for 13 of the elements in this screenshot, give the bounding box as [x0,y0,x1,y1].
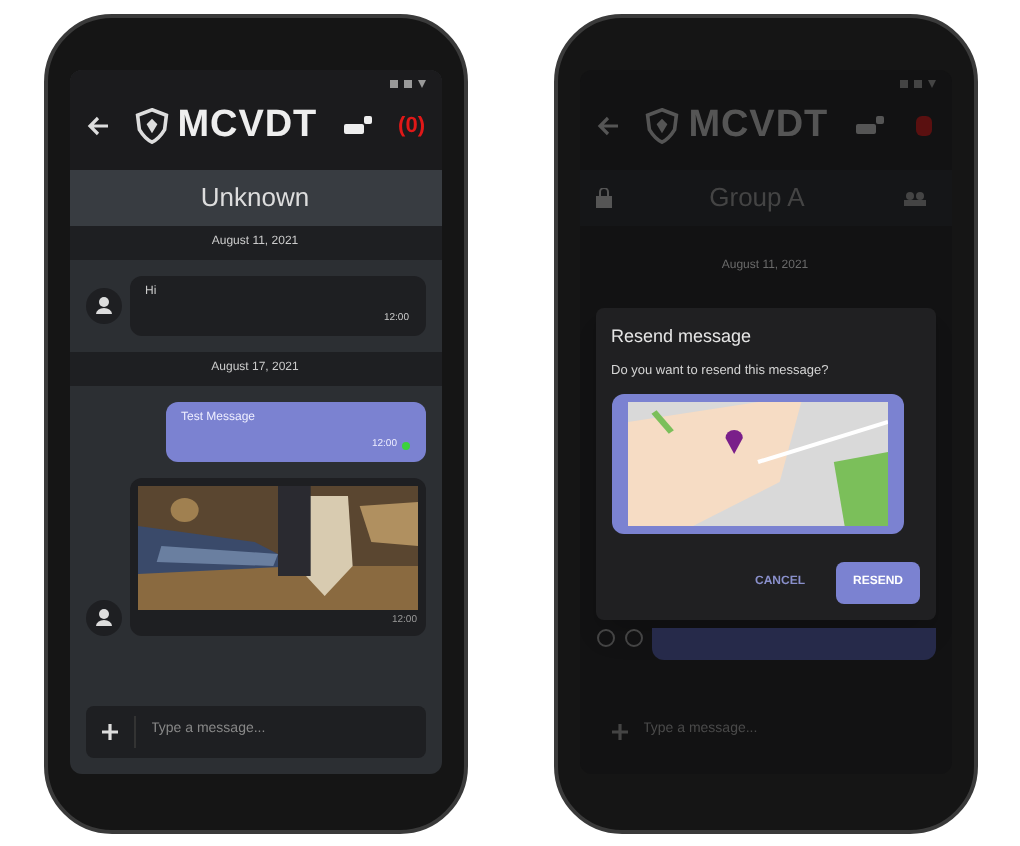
user-avatar-icon [85,287,121,323]
dialog-title: Resend message [611,323,754,350]
brand-name: MCVDT [177,101,318,149]
brand-name: MCVDT [688,101,829,149]
shield-logo-icon [133,107,170,144]
user-avatar-icon [85,600,121,636]
status-icons [389,77,425,89]
alert-indicator[interactable]: (0) [398,109,425,142]
status-icons [899,77,935,89]
lock-icon[interactable] [595,187,611,208]
alert-icon[interactable] [911,115,935,136]
chat-title: Unknown [69,170,441,225]
shield-logo-icon [644,107,681,144]
